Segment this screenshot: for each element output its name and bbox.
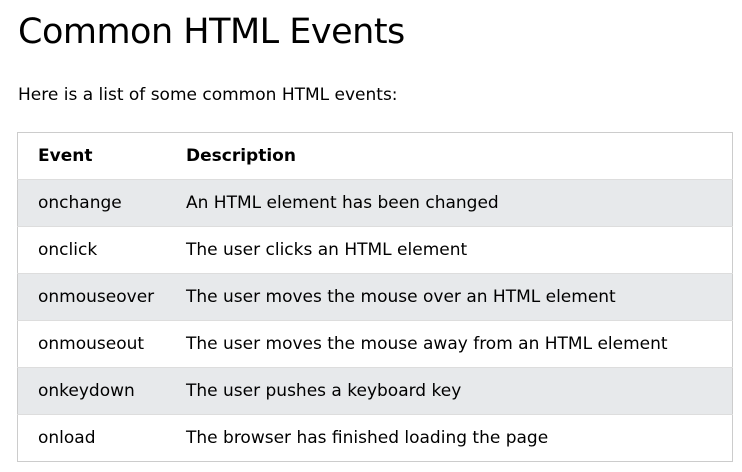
table-row: onkeydown The user pushes a keyboard key: [17, 367, 733, 415]
table-row: onload The browser has finished loading …: [17, 414, 733, 462]
column-header-event: Event: [17, 132, 186, 180]
page-title: Common HTML Events: [18, 12, 405, 52]
event-description-cell: The user moves the mouse away from an HT…: [186, 320, 733, 368]
event-description-cell: An HTML element has been changed: [186, 179, 733, 227]
event-name-cell: onclick: [17, 226, 186, 274]
event-description-cell: The user pushes a keyboard key: [186, 367, 733, 415]
event-name-cell: onchange: [17, 179, 186, 227]
table-body: onchange An HTML element has been change…: [17, 179, 733, 462]
event-name-cell: onkeydown: [17, 367, 186, 415]
event-name-cell: onmouseover: [17, 273, 186, 321]
table-header-row: Event Description: [17, 132, 733, 180]
event-name-cell: onmouseout: [17, 320, 186, 368]
event-name-cell: onload: [38, 428, 96, 448]
event-description-cell: The browser has finished loading the pag…: [186, 428, 549, 448]
event-description-cell: The user clicks an HTML element: [186, 226, 733, 274]
column-header-description: Description: [186, 132, 733, 180]
table-row: onmouseover The user moves the mouse ove…: [17, 273, 733, 321]
table-row: onchange An HTML element has been change…: [17, 179, 733, 227]
table-header: Event Description: [17, 132, 733, 180]
event-description-cell: The user moves the mouse over an HTML el…: [186, 273, 733, 321]
intro-text: Here is a list of some common HTML event…: [18, 85, 398, 105]
events-table: Event Description onchange An HTML eleme…: [17, 132, 733, 462]
table-row: onmouseout The user moves the mouse away…: [17, 320, 733, 368]
table-row: onclick The user clicks an HTML element: [17, 226, 733, 274]
